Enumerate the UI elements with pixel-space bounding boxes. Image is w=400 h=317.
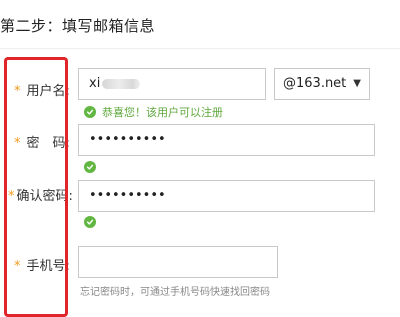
username-input[interactable]: xi [78, 68, 266, 100]
check-circle-icon [84, 216, 96, 228]
email-domain-select[interactable]: @163.net ▼ [274, 68, 370, 100]
check-circle-icon [84, 106, 96, 118]
step-title: 第二步：填写邮箱信息 [0, 17, 156, 35]
check-circle-icon [84, 161, 96, 173]
username-value: xi [89, 76, 101, 91]
username-success-text: 恭喜您！该用户可以注册 [102, 106, 223, 119]
header-divider [0, 48, 400, 49]
password-value: •••••••••• [89, 132, 166, 147]
password-input[interactable]: •••••••••• [78, 124, 375, 156]
highlight-box [4, 57, 68, 317]
email-domain-value: @163.net [283, 76, 347, 91]
phone-input[interactable] [78, 246, 278, 278]
confirm-password-input[interactable]: •••••••••• [78, 180, 375, 212]
redacted-blur [102, 78, 141, 89]
phone-hint: 忘记密码时，可通过手机号码快速找回密码 [80, 287, 270, 298]
confirm-password-value: •••••••••• [89, 188, 166, 203]
username-success-message: 恭喜您！该用户可以注册 [84, 104, 223, 120]
caret-down-icon: ▼ [353, 78, 361, 89]
